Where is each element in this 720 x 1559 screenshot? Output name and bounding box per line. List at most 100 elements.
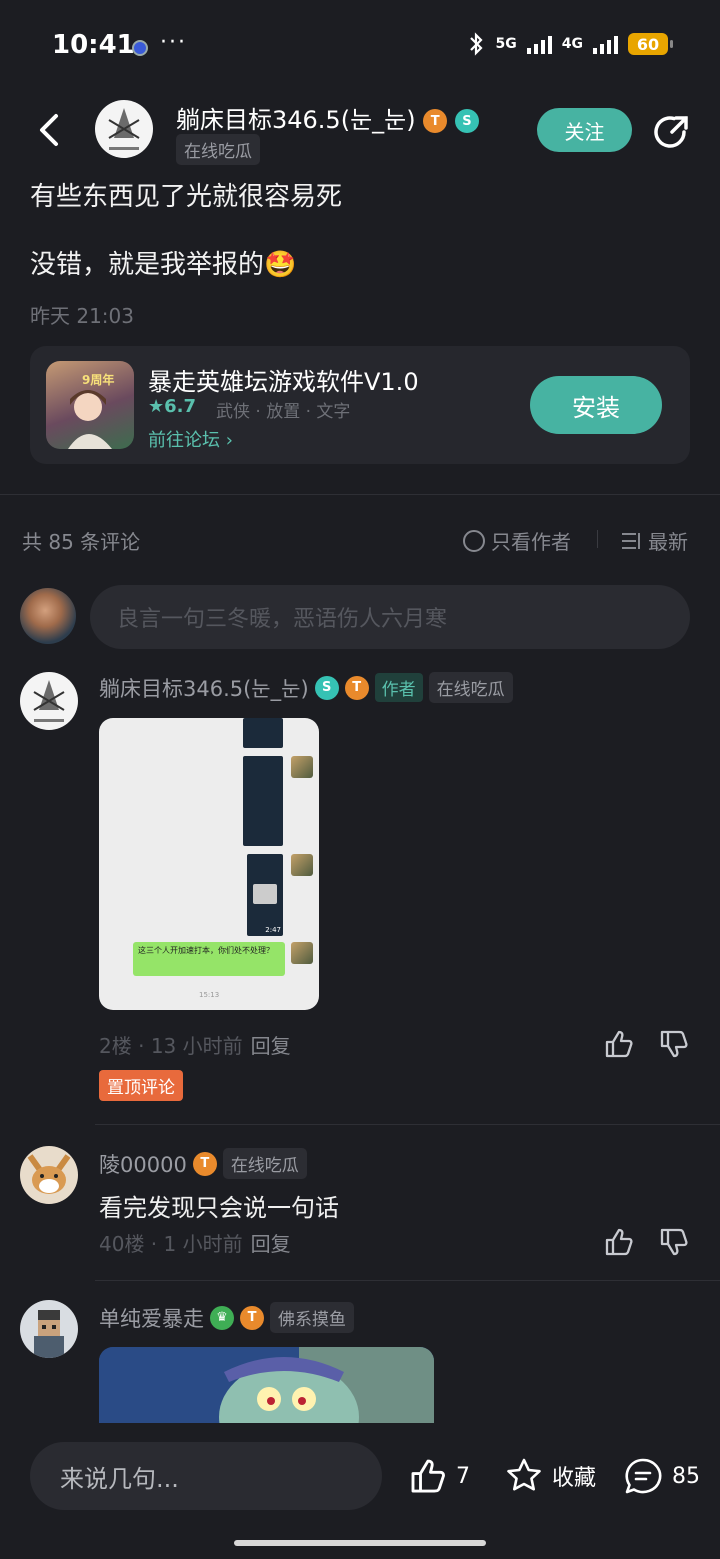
commenter-name[interactable]: 单纯爱暴走 <box>99 1303 204 1333</box>
comments-count: 85 <box>672 1463 700 1489</box>
chat-avatar <box>291 854 313 876</box>
s-badge-icon: S <box>314 675 339 700</box>
network-5g-label: 5G <box>495 36 517 52</box>
emoji: 🤩 <box>264 250 297 280</box>
comment-text: 看完发现只会说一句话 <box>99 1194 339 1222</box>
favorite-button[interactable]: 收藏 <box>504 1456 596 1496</box>
follow-button[interactable]: 关注 <box>537 108 632 152</box>
battery-icon: 60 <box>628 33 673 55</box>
video-thumb: 2:47 <box>247 854 283 936</box>
level-badge-icon: T <box>192 1151 217 1176</box>
author-status: 在线吃瓜 <box>176 134 260 165</box>
app-rating-row: ★6.7 <box>148 396 196 417</box>
app-icon: 9周年 <box>46 361 134 449</box>
thumbs-up-icon[interactable] <box>603 1226 635 1258</box>
post-line-2: 没错，就是我举报的 <box>30 250 265 280</box>
app-rating: 6.7 <box>164 396 197 417</box>
signal-icon-2 <box>593 34 618 54</box>
chat-avatar <box>291 942 313 964</box>
commenter-status: 佛系摸鱼 <box>270 1302 354 1333</box>
section-divider <box>0 494 720 495</box>
comment-avatar[interactable] <box>20 672 78 730</box>
only-author-label[interactable]: 只看作者 <box>491 526 571 555</box>
pinned-tag: 置顶评论 <box>99 1070 183 1101</box>
sort-label[interactable]: 最新 <box>648 526 688 555</box>
level-badge-icon: T <box>423 109 448 133</box>
app-card[interactable]: 9周年 暴走英雄坛游戏软件V1.0 ★6.7 武侠 · 放置 · 文字 前往论坛… <box>30 346 690 464</box>
author-tag: 作者 <box>374 673 423 702</box>
commenter-name[interactable]: 陵00000 <box>99 1149 187 1179</box>
comment-count: 共 85 条评论 <box>22 530 141 554</box>
post-time: 昨天 21:03 <box>30 304 134 328</box>
home-indicator[interactable] <box>234 1540 486 1546</box>
reply-input[interactable]: 来说几句... <box>30 1442 382 1510</box>
back-arrow-icon[interactable] <box>30 108 70 152</box>
comment-avatar[interactable] <box>20 1146 78 1204</box>
post-line-2-row: 没错，就是我举报的🤩 <box>30 244 296 281</box>
comment-meta: 2楼 · 13 小时前 回复 <box>99 1034 291 1058</box>
commenter-status: 在线吃瓜 <box>428 672 513 703</box>
comment-image[interactable]: 2:47 这三个人开加速打本，你们处不处理？ 15:13 <box>99 718 319 1010</box>
chat-time: 15:13 <box>199 991 220 999</box>
header-separator <box>597 530 598 548</box>
signal-icon <box>526 34 552 54</box>
author-name[interactable]: 躺床目标346.5(눈_눈) <box>176 106 416 134</box>
level-badge-icon: T <box>344 675 369 700</box>
network-4g-label: 4G <box>561 36 583 52</box>
author-name-row[interactable]: 躺床目标346.5(눈_눈) T S <box>176 100 479 135</box>
favorite-label[interactable]: 收藏 <box>552 1460 596 1492</box>
video-thumb <box>243 718 283 748</box>
notification-icon <box>132 40 148 56</box>
thumbs-up-icon[interactable] <box>408 1456 448 1496</box>
comment-input[interactable]: 良言一句三冬暖，恶语伤人六月寒 <box>90 585 690 649</box>
floor: 2楼 <box>99 1034 132 1058</box>
comment-time: 1 小时前 <box>163 1232 243 1256</box>
reply-button[interactable]: 回复 <box>251 1034 291 1058</box>
comment-name-row: 陵00000 T 在线吃瓜 <box>99 1148 307 1179</box>
install-button[interactable]: 安装 <box>530 376 662 434</box>
chevron-right-icon: › <box>225 430 233 451</box>
sort-icon <box>622 532 640 549</box>
comment-meta: 40楼 · 1 小时前 回复 <box>99 1232 291 1256</box>
comment-avatar[interactable] <box>20 1300 78 1358</box>
comment-bubble-icon[interactable] <box>622 1456 664 1496</box>
comment-divider <box>95 1280 720 1281</box>
star-icon[interactable] <box>504 1456 544 1496</box>
thumbs-up-icon[interactable] <box>603 1028 635 1060</box>
radio-circle-icon[interactable] <box>463 529 485 552</box>
share-icon[interactable] <box>652 112 692 152</box>
s-badge-icon: S <box>454 109 479 133</box>
comment-name-row: 单纯爱暴走 ♛ T 佛系摸鱼 <box>99 1302 354 1333</box>
comment-image[interactable] <box>99 1347 434 1423</box>
like-button[interactable]: 7 <box>408 1456 470 1496</box>
star-icon: ★ <box>148 396 165 417</box>
my-avatar <box>20 588 76 644</box>
comment-divider <box>95 1124 720 1125</box>
floor: 40楼 <box>99 1232 145 1256</box>
trophy-badge-icon: ♛ <box>210 1305 234 1330</box>
video-thumb <box>243 756 283 846</box>
thumbs-down-icon[interactable] <box>658 1028 690 1060</box>
comment-name-row: 躺床目标346.5(눈_눈) S T 作者 在线吃瓜 <box>99 672 513 703</box>
reply-button[interactable]: 回复 <box>251 1232 291 1256</box>
more-notifications-icon: ··· <box>160 30 187 55</box>
commenter-name[interactable]: 躺床目标346.5(눈_눈) <box>99 673 309 703</box>
thumbs-down-icon[interactable] <box>658 1226 690 1258</box>
forum-link[interactable]: 前往论坛 › <box>148 426 233 452</box>
chat-bubble: 这三个人开加速打本，你们处不处理？ <box>133 942 285 976</box>
author-avatar[interactable] <box>95 100 153 158</box>
chat-avatar <box>291 756 313 778</box>
status-indicators: 5G 4G 60 <box>468 32 673 56</box>
video-duration: 2:47 <box>265 926 281 934</box>
forum-link-label[interactable]: 前往论坛 <box>148 430 220 451</box>
post-line-1: 有些东西见了光就很容易死 <box>30 182 343 212</box>
app-title: 暴走英雄坛游戏软件V1.0 <box>148 368 419 396</box>
bluetooth-icon <box>469 32 483 56</box>
status-time: 10:41 <box>52 30 135 60</box>
only-author-toggle[interactable]: 只看作者 <box>463 526 571 555</box>
comments-button[interactable]: 85 <box>622 1456 700 1496</box>
app-tags: 武侠 · 放置 · 文字 <box>216 402 351 422</box>
comment-time: 13 小时前 <box>150 1034 243 1058</box>
sort-button[interactable]: 最新 <box>620 526 688 555</box>
level-badge-icon: T <box>240 1305 264 1330</box>
